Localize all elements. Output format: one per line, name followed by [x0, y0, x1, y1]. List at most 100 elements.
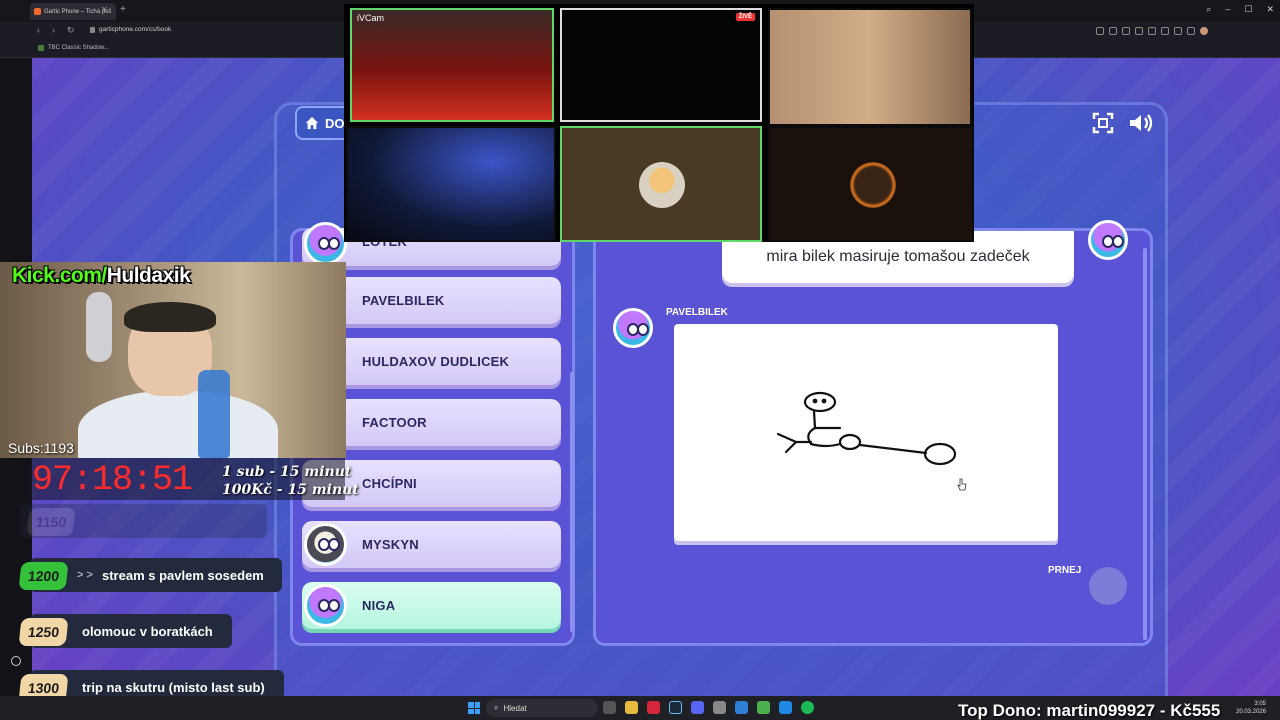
bookmark-label: TBC Classic Shadow...	[48, 45, 110, 51]
video-tile[interactable]	[346, 126, 556, 242]
video-tile[interactable]: ŽIVĚ	[560, 8, 762, 122]
prompt-text: mira bilek masiruje tomašou zadeček	[766, 248, 1030, 265]
prompt-author-avatar	[1088, 220, 1128, 260]
gartic-favicon-icon	[34, 8, 41, 15]
goal-amount: 1150	[26, 508, 76, 536]
live-badge: ŽIVĚ	[735, 13, 755, 21]
player-name: HULDAXOV DUDLICEK	[362, 354, 510, 369]
minimize-icon[interactable]: –	[1225, 4, 1230, 15]
reload-icon[interactable]: ↻	[67, 25, 75, 36]
player-avatar	[304, 584, 347, 627]
goal-item: 1200 > > stream s pavlem sosedem	[18, 558, 282, 592]
extension-icon[interactable]	[1174, 27, 1182, 35]
steam-icon[interactable]	[669, 701, 682, 714]
lock-icon	[90, 26, 95, 33]
drawing-author-name: PAVELBILEK	[666, 307, 728, 318]
discord-icon[interactable]	[691, 701, 704, 714]
house-icon	[305, 116, 319, 130]
goal-amount: 1200	[18, 562, 69, 590]
player-item-active: NIGA	[302, 582, 561, 629]
app-icon[interactable]	[779, 701, 792, 714]
search-tabs-icon[interactable]: ⌕	[1206, 4, 1211, 15]
opera-icon[interactable]	[647, 701, 660, 714]
new-tab-icon[interactable]: +	[120, 4, 126, 15]
extension-icons	[1096, 27, 1208, 35]
goal-amount: 1250	[18, 618, 69, 646]
close-window-icon[interactable]: ✕	[1266, 4, 1274, 15]
extension-icon[interactable]	[1109, 27, 1117, 35]
system-clock[interactable]: 3:05 20.03.2026	[1236, 700, 1266, 716]
url-text: garticphone.com/cs/book	[99, 26, 172, 33]
participant-avatar	[639, 162, 685, 208]
home-label: DO	[325, 115, 345, 131]
top-donor-label: Top Dono: martin099927 - Kč555	[958, 701, 1221, 720]
extension-icon[interactable]	[1096, 27, 1104, 35]
goal-arrows: > >	[77, 569, 93, 581]
player-name: FACTOOR	[362, 415, 427, 430]
task-view-icon[interactable]	[603, 701, 616, 714]
hand-cursor-icon	[957, 478, 967, 491]
subathon-timer: 97:18:51	[32, 460, 193, 500]
streamer-webcam	[0, 262, 346, 458]
window-controls: ⌕ – ☐ ✕	[1206, 4, 1274, 15]
app-icon[interactable]	[735, 701, 748, 714]
search-icon: ⌕	[494, 703, 499, 712]
drawing-author-avatar	[613, 308, 653, 348]
profile-avatar[interactable]	[1200, 27, 1208, 35]
kick-channel-label: Kick.com/Huldaxik	[12, 264, 191, 287]
water-bottle	[198, 370, 230, 458]
extension-icon[interactable]	[1135, 27, 1143, 35]
taskbar-apps	[603, 701, 814, 714]
fullscreen-icon[interactable]	[1092, 112, 1114, 134]
maximize-icon[interactable]: ☐	[1244, 4, 1252, 15]
next-player-name: PRNEJ	[1048, 565, 1082, 576]
app-icon[interactable]	[713, 701, 726, 714]
video-tile[interactable]	[560, 126, 762, 242]
microphone	[86, 292, 112, 362]
back-icon[interactable]: ‹	[37, 25, 40, 36]
video-tile[interactable]	[768, 126, 974, 242]
stick-figure-drawing	[776, 391, 957, 466]
nav-buttons: ‹ › ↻	[37, 25, 75, 36]
video-tile[interactable]	[768, 8, 972, 126]
clock-icon	[11, 656, 21, 666]
extension-icon[interactable]	[1161, 27, 1169, 35]
drawing-canvas	[674, 324, 1058, 541]
url-field[interactable]: garticphone.com/cs/book	[90, 26, 171, 33]
sub-counter: Subs:1193	[8, 440, 74, 456]
goal-item: 1250 olomouc v boratkách	[18, 614, 232, 648]
goal-text: olomouc v boratkách	[82, 623, 213, 639]
taskbar-search[interactable]: ⌕ Hledat	[486, 699, 598, 717]
player-avatar	[304, 523, 347, 566]
game-toolbar	[1092, 112, 1156, 134]
spotify-icon[interactable]	[801, 701, 814, 714]
player-name: CHCÍPNI	[362, 476, 417, 491]
windows-start-icon[interactable]	[468, 702, 480, 714]
next-player-avatar	[1089, 567, 1127, 605]
album-scrollbar[interactable]	[1143, 248, 1147, 640]
tab-close-icon[interactable]: ✕	[101, 5, 108, 14]
player-avatar	[304, 222, 347, 265]
player-name: NIGA	[362, 598, 396, 613]
participant-avatar	[850, 162, 896, 208]
extension-icon[interactable]	[1122, 27, 1130, 35]
player-name: MYSKYN	[362, 537, 419, 552]
participant-label: iVCam	[357, 13, 385, 23]
timer-rates: 1 sub - 15 minut 100Kč - 15 minut	[222, 464, 359, 498]
volume-icon[interactable]	[1128, 112, 1156, 134]
extension-icon[interactable]	[1187, 27, 1195, 35]
goal-item: 1150	[20, 504, 267, 538]
goal-text: trip na skutru (misto last sub)	[82, 679, 265, 695]
app-icon[interactable]	[757, 701, 770, 714]
search-label: Hledat	[503, 703, 527, 713]
file-explorer-icon[interactable]	[625, 701, 638, 714]
bookmark-icon	[38, 45, 44, 51]
bookmark-item[interactable]: TBC Classic Shadow...	[38, 45, 109, 51]
video-call-grid: iVCam ŽIVĚ	[344, 4, 974, 242]
forward-icon[interactable]: ›	[52, 25, 55, 36]
player-item: MYSKYN	[302, 521, 561, 568]
player-list-scrollbar[interactable]	[570, 372, 574, 632]
extension-icon[interactable]	[1148, 27, 1156, 35]
video-tile[interactable]: iVCam	[350, 8, 554, 122]
player-name: PAVELBILEK	[362, 293, 445, 308]
